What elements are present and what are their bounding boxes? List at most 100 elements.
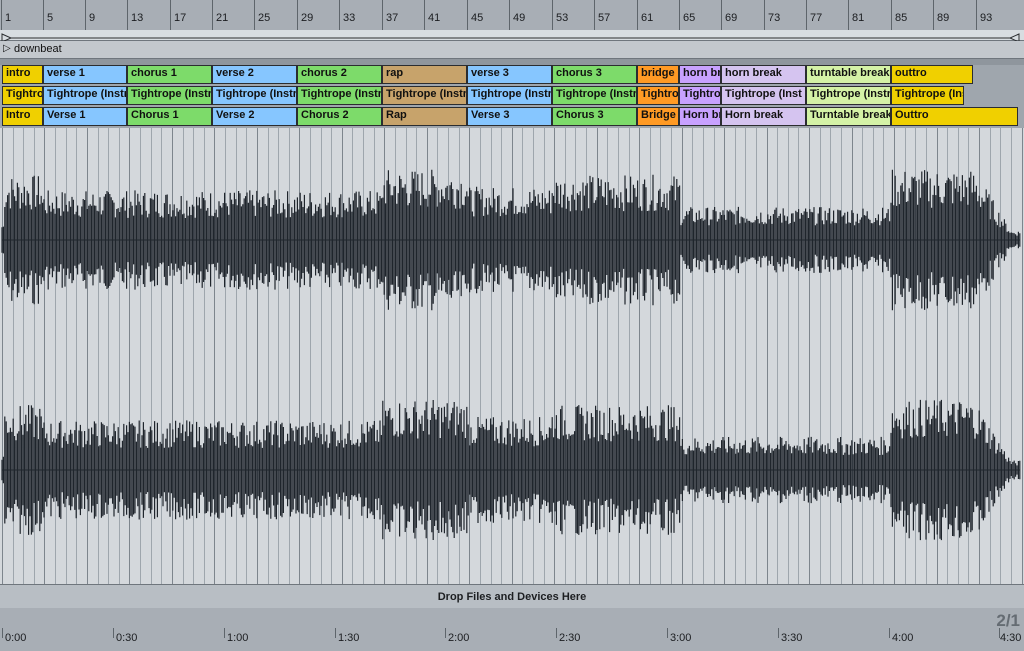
section-marker-outtro[interactable]: outtro bbox=[891, 65, 973, 84]
locator-arrow-icon[interactable]: ▷ bbox=[3, 43, 11, 54]
bar-tick: 21 bbox=[212, 0, 228, 30]
section-marker-label: verse 3 bbox=[471, 67, 509, 79]
section-marker-label: chorus 2 bbox=[301, 67, 347, 79]
arrangement-label: Bridge bbox=[641, 109, 676, 121]
arrangement-clip[interactable]: Verse 1 bbox=[43, 107, 127, 126]
waveform-left-channel bbox=[1, 169, 1021, 311]
section-marker-verse-1[interactable]: verse 1 bbox=[43, 65, 127, 84]
time-label-0-00: 0:00 bbox=[5, 632, 27, 644]
section-marker-label: bridge bbox=[641, 67, 675, 79]
section-marker-verse-2[interactable]: verse 2 bbox=[212, 65, 297, 84]
time-tick bbox=[2, 628, 3, 638]
clip-label: Tightrope (Instr bbox=[810, 88, 891, 100]
arrangement-label: Chorus 3 bbox=[556, 109, 604, 121]
section-marker-rap[interactable]: rap bbox=[382, 65, 467, 84]
time-label-3-30: 3:30 bbox=[781, 632, 803, 644]
section-marker-horn-break[interactable]: horn break bbox=[721, 65, 806, 84]
section-marker-label: chorus 1 bbox=[131, 67, 177, 79]
bar-tick: 41 bbox=[424, 0, 440, 30]
arrangement-clip[interactable]: Turntable break bbox=[806, 107, 891, 126]
locator-label[interactable]: downbeat bbox=[14, 43, 62, 55]
arrangement-clip[interactable]: Chorus 2 bbox=[297, 107, 382, 126]
clip-label: Tightrope (Instr bbox=[386, 88, 467, 100]
arrangement-clip[interactable]: Bridge bbox=[637, 107, 679, 126]
clip-label: Tightrope (Instr bbox=[471, 88, 552, 100]
section-marker-intro[interactable]: intro bbox=[2, 65, 43, 84]
audio-clip[interactable]: Tightrope (Inst bbox=[721, 86, 806, 105]
arrangement-labels-row: Intro Verse 1 Chorus 1 Verse 2 Chorus 2 … bbox=[0, 107, 1024, 126]
arrangement-label: Verse 3 bbox=[471, 109, 510, 121]
bar-tick: 77 bbox=[806, 0, 822, 30]
audio-clip[interactable]: Tightrope (Ins bbox=[891, 86, 964, 105]
audio-clip[interactable]: Tightrope (Instr bbox=[212, 86, 297, 105]
clip-label: Tightrope (Instr bbox=[47, 88, 127, 100]
bar-tick: 73 bbox=[764, 0, 780, 30]
arrangement-clip[interactable]: Chorus 1 bbox=[127, 107, 212, 126]
audio-clip[interactable]: Tightrope (Instr bbox=[297, 86, 382, 105]
clip-row: Tightro Tightrope (Instr Tightrope (Inst… bbox=[0, 86, 1024, 105]
bar-label-77: 77 bbox=[810, 12, 823, 24]
clip-label: Tightro bbox=[683, 88, 721, 100]
loop-brace-strip[interactable] bbox=[0, 30, 1024, 43]
time-label-3-00: 3:00 bbox=[670, 632, 692, 644]
bar-tick: 53 bbox=[552, 0, 568, 30]
bar-label-69: 69 bbox=[725, 12, 738, 24]
arrangement-clip[interactable]: Rap bbox=[382, 107, 467, 126]
arrangement-clip[interactable]: Verse 2 bbox=[212, 107, 297, 126]
bar-label-21: 21 bbox=[216, 12, 229, 24]
audio-clip[interactable]: Tightro bbox=[679, 86, 721, 105]
audio-clip[interactable]: Tightrope (Instr bbox=[382, 86, 467, 105]
audio-clip[interactable]: Tightrope (Instr bbox=[127, 86, 212, 105]
time-label-4-00: 4:00 bbox=[892, 632, 914, 644]
bar-tick: 25 bbox=[254, 0, 270, 30]
bar-tick: 93 bbox=[976, 0, 992, 30]
bar-label-73: 73 bbox=[768, 12, 781, 24]
arrangement-clip[interactable]: Intro bbox=[2, 107, 43, 126]
time-label-0-30: 0:30 bbox=[116, 632, 138, 644]
section-marker-turntable-break[interactable]: turntable break bbox=[806, 65, 891, 84]
section-marker-bridge[interactable]: bridge bbox=[637, 65, 679, 84]
section-marker-chorus-3[interactable]: chorus 3 bbox=[552, 65, 637, 84]
locator-row[interactable]: ▷ downbeat bbox=[0, 41, 1024, 59]
clip-label: Tightrope (Instr bbox=[216, 88, 297, 100]
time-tick bbox=[224, 628, 225, 638]
section-marker-horn-br[interactable]: horn br bbox=[679, 65, 721, 84]
section-marker-label: horn break bbox=[725, 67, 782, 79]
drop-zone[interactable]: Drop Files and Devices Here bbox=[0, 584, 1024, 610]
audio-clip[interactable]: Tightro bbox=[637, 86, 679, 105]
bar-label-45: 45 bbox=[471, 12, 484, 24]
arrangement-label: Outtro bbox=[895, 109, 929, 121]
clip-label: Tightro bbox=[641, 88, 679, 100]
section-marker-chorus-2[interactable]: chorus 2 bbox=[297, 65, 382, 84]
bar-tick: 61 bbox=[637, 0, 653, 30]
bar-tick: 89 bbox=[933, 0, 949, 30]
bar-ruler[interactable]: 1 5 9 13 17 21 25 29 33 37 41 45 49 53 5… bbox=[0, 0, 1024, 31]
audio-clip[interactable]: Tightrope (Instr bbox=[43, 86, 127, 105]
time-label-4-30: 4:30 bbox=[1000, 632, 1022, 644]
audio-clip[interactable]: Tightrope (Instr bbox=[552, 86, 637, 105]
arrangement-clip[interactable]: Outtro bbox=[891, 107, 1018, 126]
bar-label-53: 53 bbox=[556, 12, 569, 24]
bar-label-25: 25 bbox=[258, 12, 271, 24]
section-marker-verse-3[interactable]: verse 3 bbox=[467, 65, 552, 84]
audio-clip[interactable]: Tightrope (Instr bbox=[467, 86, 552, 105]
audio-clip[interactable]: Tightrope (Instr bbox=[806, 86, 891, 105]
arrangement-clip[interactable]: Horn break bbox=[721, 107, 806, 126]
section-marker-label: intro bbox=[6, 67, 31, 79]
arrangement-clip[interactable]: Verse 3 bbox=[467, 107, 552, 126]
arrangement-label: Verse 2 bbox=[216, 109, 255, 121]
arrangement-clip[interactable]: Chorus 3 bbox=[552, 107, 637, 126]
audio-clip[interactable]: Tightro bbox=[2, 86, 43, 105]
time-ruler[interactable]: 0:00 0:30 1:00 1:30 2:00 2:30 3:00 3:30 … bbox=[0, 608, 1024, 651]
section-marker-chorus-1[interactable]: chorus 1 bbox=[127, 65, 212, 84]
bar-tick: 9 bbox=[85, 0, 95, 30]
clip-label: Tightrope (Instr bbox=[556, 88, 637, 100]
arrangement-label: Horn break bbox=[725, 109, 784, 121]
time-label-1-30: 1:30 bbox=[338, 632, 360, 644]
arrangement-label: Chorus 1 bbox=[131, 109, 179, 121]
clip-label: Tightrope (Inst bbox=[725, 88, 802, 100]
arrangement-clip[interactable]: Horn br bbox=[679, 107, 721, 126]
bar-label-1: 1 bbox=[5, 12, 12, 24]
grid-resolution-label: 2/1 bbox=[996, 611, 1020, 630]
bar-tick: 29 bbox=[297, 0, 313, 30]
